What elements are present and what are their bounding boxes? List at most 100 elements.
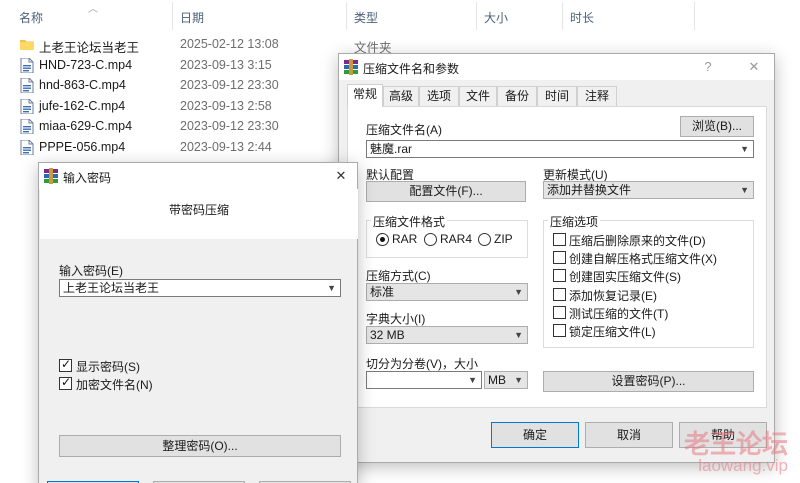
column-type[interactable]: 类型 <box>354 9 378 26</box>
tab-time[interactable]: 时间 <box>537 86 577 106</box>
set-password-button[interactable]: 设置密码(P)... <box>543 371 754 392</box>
chevron-down-icon[interactable]: ▼ <box>740 182 749 198</box>
split-volume-input[interactable]: ▼ <box>366 371 482 389</box>
profiles-button[interactable]: 配置文件(F)... <box>366 181 526 202</box>
update-mode-value: 添加并替换文件 <box>547 183 632 197</box>
archive-name-label: 压缩文件名(A) <box>366 123 442 137</box>
chevron-down-icon[interactable]: ▼ <box>514 327 523 343</box>
archive-name-input[interactable]: 魅魔.rar ▼ <box>366 140 754 158</box>
archive-option-checkbox[interactable] <box>553 305 566 319</box>
archive-name-parameters-dialog: 压缩文件名和参数 ? ✕ 常规 高级 选项 文件 备份 时间 注释 压缩文件名(… <box>338 53 775 463</box>
format-radio-zip[interactable] <box>478 233 491 246</box>
column-duration[interactable]: 时长 <box>570 9 594 26</box>
archive-dialog-title: 压缩文件名和参数 <box>363 62 460 76</box>
archive-option-label[interactable]: 测试压缩的文件(T) <box>569 305 668 322</box>
show-password-label[interactable]: 显示密码(S) <box>76 358 140 375</box>
organize-passwords-button[interactable]: 整理密码(O)... <box>59 435 341 457</box>
column-separator[interactable] <box>694 2 695 30</box>
help-icon[interactable]: ? <box>698 58 718 76</box>
winrar-icon <box>344 59 358 75</box>
chevron-down-icon[interactable]: ▼ <box>468 372 477 388</box>
browse-button[interactable]: 浏览(B)... <box>680 116 754 137</box>
general-tab-panel: 压缩文件名(A) 浏览(B)... 魅魔.rar ▼ 默认配置 配置文件(F).… <box>347 106 767 408</box>
column-separator[interactable] <box>172 2 173 30</box>
archive-option-checkbox[interactable] <box>553 233 566 246</box>
column-separator[interactable] <box>346 2 347 30</box>
chevron-down-icon[interactable]: ▼ <box>327 280 336 296</box>
column-separator[interactable] <box>562 2 563 30</box>
format-radio-label[interactable]: ZIP <box>494 232 513 246</box>
tab-backup[interactable]: 备份 <box>497 86 537 106</box>
archive-option-label[interactable]: 添加恢复记录(E) <box>569 287 657 304</box>
tab-advanced[interactable]: 高级 <box>383 86 419 106</box>
column-separator[interactable] <box>476 2 477 30</box>
video-file-icon <box>20 78 34 93</box>
encrypt-filenames-checkbox[interactable] <box>59 375 72 390</box>
show-password-checkbox[interactable] <box>59 357 72 372</box>
tab-general[interactable]: 常规 <box>347 84 383 107</box>
file-name: PPPE-056.mp4 <box>39 139 126 154</box>
column-size[interactable]: 大小 <box>484 9 508 26</box>
file-date: 2023-09-12 23:30 <box>180 78 279 92</box>
close-icon[interactable]: ✕ <box>744 58 764 76</box>
tab-comment[interactable]: 注释 <box>577 86 617 106</box>
dictionary-size-value: 32 MB <box>370 328 405 342</box>
update-mode-select[interactable]: 添加并替换文件 ▼ <box>543 181 754 199</box>
file-name: hnd-863-C.mp4 <box>39 78 126 92</box>
archive-option-label[interactable]: 压缩后删除原来的文件(D) <box>569 232 706 249</box>
video-file-icon <box>20 119 34 134</box>
file-row[interactable]: jufe-162-C.mp4 2023-09-13 2:58 <box>0 96 340 116</box>
watermark-url: laowang.vip <box>698 456 788 475</box>
file-name: miaa-629-C.mp4 <box>39 119 133 133</box>
tab-files[interactable]: 文件 <box>459 86 497 106</box>
video-file-icon <box>20 98 34 114</box>
archive-option-checkbox[interactable] <box>553 269 566 283</box>
column-header-row: ︿ 名称 日期 类型 大小 时长 <box>0 0 800 32</box>
archive-option-checkbox[interactable] <box>553 251 566 265</box>
archive-option-label[interactable]: 创建固实压缩文件(S) <box>569 268 681 285</box>
archive-options-label: 压缩选项 <box>548 213 601 230</box>
compression-method-value: 标准 <box>370 285 395 299</box>
file-row[interactable]: HND-723-C.mp4 2023-09-13 3:15 <box>0 55 340 75</box>
password-dialog-titlebar[interactable]: 输入密码 ✕ <box>39 163 357 189</box>
password-dialog-header: 带密码压缩 <box>40 189 358 239</box>
encrypt-filenames-label[interactable]: 加密文件名(N) <box>76 376 153 393</box>
file-row[interactable]: miaa-629-C.mp4 2023-09-12 23:30 <box>0 116 340 136</box>
archive-option-label[interactable]: 创建自解压格式压缩文件(X) <box>569 250 717 267</box>
format-radio-rar[interactable] <box>376 233 389 246</box>
file-date: 2023-09-12 23:30 <box>180 119 279 133</box>
archive-option-label[interactable]: 锁定压缩文件(L) <box>569 323 656 340</box>
archive-format-label: 压缩文件格式 <box>371 213 448 230</box>
chevron-down-icon[interactable]: ▼ <box>740 141 749 157</box>
archive-name-value: 魅魔.rar <box>370 142 413 156</box>
file-date: 2023-09-13 3:15 <box>180 57 272 72</box>
ok-button[interactable]: 确定 <box>491 422 579 448</box>
cancel-button[interactable]: 取消 <box>585 422 673 448</box>
format-radio-label[interactable]: RAR <box>392 232 417 246</box>
file-date: 2023-09-13 2:44 <box>180 139 272 154</box>
file-row[interactable]: PPPE-056.mp4 2023-09-13 2:44 <box>0 137 340 157</box>
file-row[interactable]: hnd-863-C.mp4 2023-09-12 23:30 <box>0 75 340 95</box>
compression-method-select[interactable]: 标准 ▼ <box>366 283 528 301</box>
file-name: 上老王论坛当老王 <box>39 41 140 55</box>
tab-options[interactable]: 选项 <box>419 86 459 106</box>
winrar-icon <box>44 168 58 184</box>
archive-option-checkbox[interactable] <box>553 287 566 301</box>
column-name[interactable]: 名称 <box>19 9 43 26</box>
file-row[interactable]: 上老王论坛当老王 2025-02-12 13:08 文件夹 <box>0 34 392 55</box>
file-date: 2023-09-13 2:58 <box>180 98 272 113</box>
archive-option-checkbox[interactable] <box>553 324 566 337</box>
dictionary-size-select[interactable]: 32 MB ▼ <box>366 326 528 344</box>
password-input[interactable]: 上老王论坛当老王 ▼ <box>59 279 341 297</box>
archive-dialog-titlebar[interactable]: 压缩文件名和参数 ? ✕ <box>339 54 774 80</box>
sort-ascending-icon: ︿ <box>88 4 98 15</box>
column-date[interactable]: 日期 <box>180 9 204 26</box>
split-unit-value: MB <box>488 373 506 387</box>
file-name: HND-723-C.mp4 <box>39 57 133 72</box>
chevron-down-icon[interactable]: ▼ <box>514 372 523 388</box>
close-icon[interactable]: ✕ <box>331 167 351 185</box>
split-unit-select[interactable]: MB ▼ <box>484 371 528 389</box>
format-radio-rar4[interactable] <box>424 233 437 246</box>
format-radio-label[interactable]: RAR4 <box>440 232 472 246</box>
chevron-down-icon[interactable]: ▼ <box>514 284 523 300</box>
